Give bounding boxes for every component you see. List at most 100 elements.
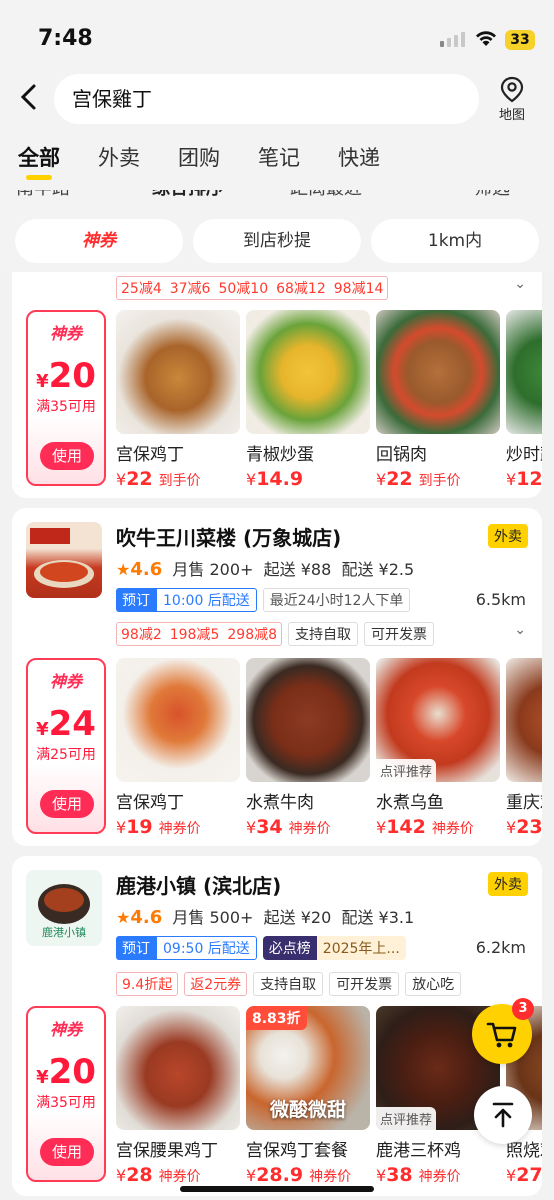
map-pin-icon — [500, 76, 524, 103]
dish-image: 8.83折 微酸微甜 — [246, 1006, 370, 1130]
tab-groupbuy[interactable]: 团购 — [178, 142, 220, 172]
dish-name: 炒时蔬 — [506, 445, 542, 465]
perk-tag: 可开发票 — [364, 622, 435, 646]
promo-row: 98减2 198减5 298减8 支持自取 可开发票 — [116, 622, 435, 646]
category-tabs: 全部 外卖 团购 笔记 快递 — [18, 142, 380, 180]
chip-1km[interactable]: 1km内 — [371, 219, 539, 263]
dish-price: 28 — [126, 1164, 153, 1186]
dish-item[interactable]: 点评推荐 水煮乌鱼 ¥142 神券价 — [376, 658, 500, 838]
use-coupon-button[interactable]: 使用 — [40, 1138, 94, 1166]
chevron-down-icon[interactable]: ⌄ — [514, 276, 526, 292]
dish-price: 34 — [256, 816, 283, 838]
dish-item[interactable]: 宫保鸡丁 ¥22 到手价 — [116, 310, 240, 490]
min-order: 起送 ¥20 — [263, 908, 332, 927]
dish-price: 38 — [386, 1164, 413, 1186]
dish-image — [116, 1006, 240, 1130]
chip-pickup[interactable]: 到店秒提 — [193, 219, 361, 263]
dish-item[interactable]: 重庆鸡 ¥23 — [506, 658, 542, 838]
min-order: 起送 ¥88 — [263, 560, 332, 579]
dish-price: 19 — [126, 816, 153, 838]
promo-tag: 9.4折起 — [116, 972, 179, 996]
dish-image — [376, 310, 500, 434]
recommend-badge: 点评推荐 — [376, 759, 437, 782]
delivery-badge: 外卖 — [488, 524, 528, 548]
dish-image — [506, 658, 542, 782]
coupon-card[interactable]: 神券 ¥24 满25可用 使用 — [26, 658, 106, 834]
coupon-amount: 24 — [48, 704, 96, 744]
dish-name: 回锅肉 — [376, 445, 427, 465]
store-name[interactable]: 鹿港小镇 (滨北店) — [116, 870, 281, 899]
coupon-condition: 满35可用 — [36, 399, 96, 415]
dish-price-tag: 神券价 — [418, 1169, 461, 1185]
cart-button[interactable]: 3 — [472, 998, 534, 1064]
tab-takeout[interactable]: 外卖 — [98, 142, 140, 172]
dish-item[interactable]: 回锅肉 ¥22 到手价 — [376, 310, 500, 490]
dish-price: 142 — [386, 816, 426, 838]
perk-tag: 可开发票 — [329, 972, 400, 996]
dish-price: 22 — [386, 468, 413, 490]
preorder-time: 09:50 后配送 — [156, 936, 257, 960]
promo-row: 25减4 37减6 50减10 68减12 98减14 — [116, 276, 389, 300]
promo-tag: 68减12 — [276, 281, 326, 297]
store-logo-art — [30, 528, 94, 588]
promo-tag: 98减2 — [121, 627, 162, 643]
store-card-1[interactable]: 25减4 37减6 50减10 68减12 98减14 ⌄ 神券 ¥20 满35… — [12, 272, 542, 498]
coupon-card[interactable]: 神券 ¥20 满35可用 使用 — [26, 1006, 106, 1182]
dish-item[interactable]: 青椒炒蛋 ¥14.9 — [246, 310, 370, 490]
star-icon: ★ — [116, 560, 131, 579]
tab-all[interactable]: 全部 — [18, 142, 60, 180]
coupon-card[interactable]: 神券 ¥20 满35可用 使用 — [26, 310, 106, 486]
dish-name: 青椒炒蛋 — [246, 445, 314, 465]
use-coupon-button[interactable]: 使用 — [40, 790, 94, 818]
dish-item[interactable]: 水煮牛肉 ¥34 神券价 — [246, 658, 370, 838]
chevron-down-icon[interactable]: ⌄ — [514, 622, 526, 638]
promo-tag: 37减6 — [169, 281, 211, 297]
dish-name: 重庆鸡 — [506, 793, 542, 813]
use-coupon-button[interactable]: 使用 — [40, 442, 94, 470]
search-input[interactable]: 宫保雞丁 — [54, 74, 479, 124]
map-label: 地图 — [498, 108, 525, 123]
dish-name: 水煮乌鱼 — [376, 793, 444, 813]
store-card-2[interactable]: 吹牛王川菜楼 (万象城店) 外卖 ★4.6 月售 200+ 起送 ¥88 配送 … — [12, 508, 542, 846]
dish-price-tag: 到手价 — [418, 473, 461, 489]
dish-item[interactable]: 8.83折 微酸微甜 宫保鸡丁套餐 ¥28.9 神券价 — [246, 1006, 370, 1186]
tab-notes[interactable]: 笔记 — [258, 142, 300, 172]
dish-name: 宫保鸡丁 — [116, 793, 184, 813]
map-button[interactable]: 地图 — [490, 76, 534, 126]
back-to-top-button[interactable] — [474, 1086, 532, 1144]
coupon-amount: 20 — [48, 1052, 96, 1092]
arrow-up-icon — [492, 1102, 514, 1128]
store-stats: ★4.6 月售 500+ 起送 ¥20 配送 ¥3.1 — [116, 904, 414, 928]
delivery-fee: 配送 ¥3.1 — [341, 908, 415, 927]
back-button[interactable] — [18, 82, 48, 116]
coupon-title: 神券 — [49, 324, 82, 343]
coupon-title: 神券 — [49, 672, 82, 691]
tab-express[interactable]: 快递 — [338, 142, 380, 172]
store-distance: 6.2km — [475, 938, 526, 957]
promo-tag: 50减10 — [218, 281, 269, 297]
monthly-sales: 月售 500+ — [172, 908, 254, 927]
store-card-3[interactable]: 鹿港小镇 鹿港小镇 (滨北店) 外卖 ★4.6 月售 500+ 起送 ¥20 配… — [12, 856, 542, 1196]
chip-coupon[interactable]: 神券 — [15, 219, 183, 263]
promo-tag: 返2元券 — [184, 972, 248, 996]
dish-price-tag: 神券价 — [431, 821, 474, 837]
store-logo — [26, 522, 102, 598]
store-stats: ★4.6 月售 200+ 起送 ¥88 配送 ¥2.5 — [116, 556, 414, 580]
star-icon: ★ — [116, 908, 131, 927]
preorder-row: 预订 10:00 后配送 最近24小时12人下单 — [116, 588, 411, 612]
home-indicator — [180, 1186, 374, 1192]
monthly-sales: 月售 200+ — [172, 560, 254, 579]
store-logo-text: 鹿港小镇 — [42, 926, 86, 939]
ranking-text: 2025年上... — [316, 936, 406, 960]
status-bar: 7:48 33 — [0, 0, 554, 70]
status-time: 7:48 — [38, 26, 93, 51]
promo-tag: 25减4 — [121, 281, 162, 297]
dish-price: 14.9 — [256, 468, 304, 490]
promo-tag: 198减5 — [169, 627, 220, 643]
store-name[interactable]: 吹牛王川菜楼 (万象城店) — [116, 522, 341, 551]
dish-price-tag: 神券价 — [288, 821, 331, 837]
dish-item[interactable]: 宫保鸡丁 ¥19 神券价 — [116, 658, 240, 838]
ranking-badge[interactable]: 必点榜 2025年上... — [262, 936, 406, 960]
dish-item[interactable]: 炒时蔬 ¥12 — [506, 310, 542, 490]
dish-item[interactable]: 宫保腰果鸡丁 ¥28 神券价 — [116, 1006, 240, 1186]
